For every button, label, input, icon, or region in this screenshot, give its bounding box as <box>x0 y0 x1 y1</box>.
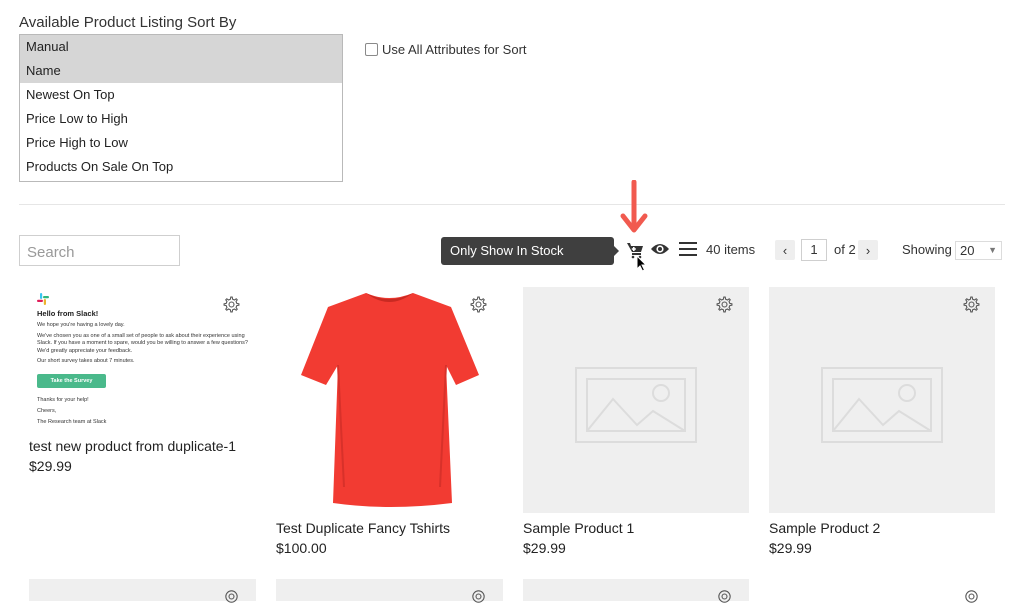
sort-section-title: Available Product Listing Sort By <box>19 14 237 31</box>
product-name-3[interactable]: Sample Product 1 <box>523 520 634 536</box>
product-name-4[interactable]: Sample Product 2 <box>769 520 880 536</box>
in-stock-tooltip: Only Show In Stock Products <box>441 237 619 286</box>
sort-option-price-low-high[interactable]: Price Low to High <box>20 107 342 131</box>
mouse-cursor-icon <box>636 255 648 272</box>
per-page-value: 20 <box>960 243 975 258</box>
per-page-select[interactable]: 20 ▼ <box>955 241 1002 260</box>
checkbox-box[interactable] <box>365 43 378 56</box>
product-image-4[interactable] <box>769 287 995 513</box>
gear-icon[interactable] <box>470 588 487 605</box>
sort-option-manual[interactable]: Manual <box>20 35 342 59</box>
email-sign: The Research team at Slack <box>37 419 107 425</box>
gear-icon[interactable] <box>223 296 240 313</box>
use-all-attributes-label: Use All Attributes for Sort <box>382 42 527 57</box>
chevron-right-icon: › <box>865 242 871 258</box>
sort-options-listbox[interactable]: Manual Name Newest On Top Price Low to H… <box>19 34 343 182</box>
product-image-6[interactable] <box>276 579 503 601</box>
gear-icon[interactable] <box>963 296 980 313</box>
annotation-arrow-icon <box>620 180 648 233</box>
product-image-5[interactable] <box>29 579 256 601</box>
showing-label: Showing <box>902 242 952 257</box>
email-line-1: We hope you're having a lovely day. <box>37 322 125 328</box>
page-number-input[interactable]: 1 <box>801 239 827 261</box>
sort-option-on-sale[interactable]: Products On Sale On Top <box>20 155 342 179</box>
item-count: 40 items <box>706 242 756 257</box>
product-name-1[interactable]: test new product from duplicate-1 <box>29 438 236 454</box>
email-line-2: We've chosen you as one of a small set o… <box>37 333 248 354</box>
sort-option-price-high-low[interactable]: Price High to Low <box>20 131 342 155</box>
survey-button: Take the Survey <box>37 374 106 388</box>
email-heading: Hello from Slack! <box>37 309 99 318</box>
gear-icon[interactable] <box>963 588 980 605</box>
image-placeholder-icon <box>821 367 943 443</box>
email-cheers: Cheers, <box>37 408 57 414</box>
product-image-1[interactable]: Hello from Slack! We hope you're having … <box>29 287 256 432</box>
chevron-left-icon: ‹ <box>782 242 788 258</box>
use-all-attributes-checkbox[interactable]: Use All Attributes for Sort <box>365 42 527 57</box>
slack-logo-icon <box>37 293 49 305</box>
page-total: of 2 <box>834 242 856 257</box>
gear-icon[interactable] <box>470 296 487 313</box>
sort-option-name[interactable]: Name <box>20 59 342 83</box>
email-line-3: Our short survey takes about 7 minutes. <box>37 358 135 364</box>
tshirt-image <box>301 293 479 507</box>
prev-page-button[interactable]: ‹ <box>775 240 795 260</box>
email-thanks: Thanks for your help! <box>37 397 89 403</box>
search-input[interactable]: Search <box>19 235 180 266</box>
section-divider <box>19 204 1005 205</box>
image-placeholder-icon <box>575 367 697 443</box>
product-image-2[interactable] <box>276 287 503 513</box>
gear-icon[interactable] <box>223 588 240 605</box>
list-view-icon[interactable] <box>678 240 698 258</box>
eye-icon[interactable] <box>650 241 670 257</box>
product-price-2: $100.00 <box>276 540 327 556</box>
caret-down-icon: ▼ <box>988 245 997 255</box>
sort-option-newest[interactable]: Newest On Top <box>20 83 342 107</box>
gear-icon[interactable] <box>716 296 733 313</box>
product-name-2[interactable]: Test Duplicate Fancy Tshirts <box>276 520 450 536</box>
product-image-3[interactable] <box>523 287 749 513</box>
product-price-4: $29.99 <box>769 540 812 556</box>
product-price-1: $29.99 <box>29 458 72 474</box>
gear-icon[interactable] <box>716 588 733 605</box>
next-page-button[interactable]: › <box>858 240 878 260</box>
product-price-3: $29.99 <box>523 540 566 556</box>
